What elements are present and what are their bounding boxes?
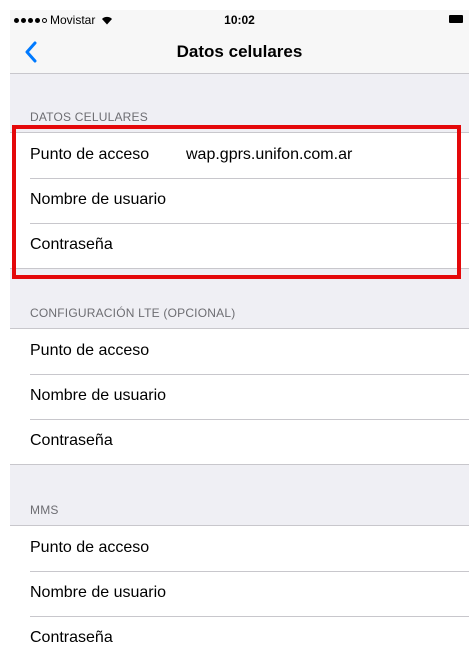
section-header-datos-celulares: DATOS CELULARES [30,110,148,124]
lte-password-row[interactable]: Contraseña [10,419,469,464]
mms-password-label: Contraseña [30,629,113,646]
status-time: 10:02 [224,13,255,27]
section-header-mms: MMS [30,503,59,517]
mms-password-row[interactable]: Contraseña [10,616,469,655]
navigation-bar: Datos celulares [10,30,469,74]
lte-password-label: Contraseña [30,432,113,449]
settings-screen: Movistar 10:02 Datos celulares DATOS CEL… [10,10,469,655]
lte-apn-row[interactable]: Punto de acceso [10,329,469,374]
lte-apn-label: Punto de acceso [30,342,150,359]
mms-username-row[interactable]: Nombre de usuario [10,571,469,616]
mms-group: Punto de acceso Nombre de usuario Contra… [10,525,469,655]
battery-icon [449,15,463,23]
mms-apn-label: Punto de acceso [30,539,150,556]
lte-group: Punto de acceso Nombre de usuario Contra… [10,328,469,465]
status-bar: Movistar 10:02 [10,10,469,30]
section-header-lte: CONFIGURACIÓN LTE (OPCIONAL) [30,306,236,320]
lte-username-row[interactable]: Nombre de usuario [10,374,469,419]
mms-apn-row[interactable]: Punto de acceso [10,526,469,571]
mms-username-label: Nombre de usuario [30,584,167,601]
lte-username-label: Nombre de usuario [30,387,167,404]
page-title: Datos celulares [176,42,303,61]
highlight-box [12,125,461,279]
